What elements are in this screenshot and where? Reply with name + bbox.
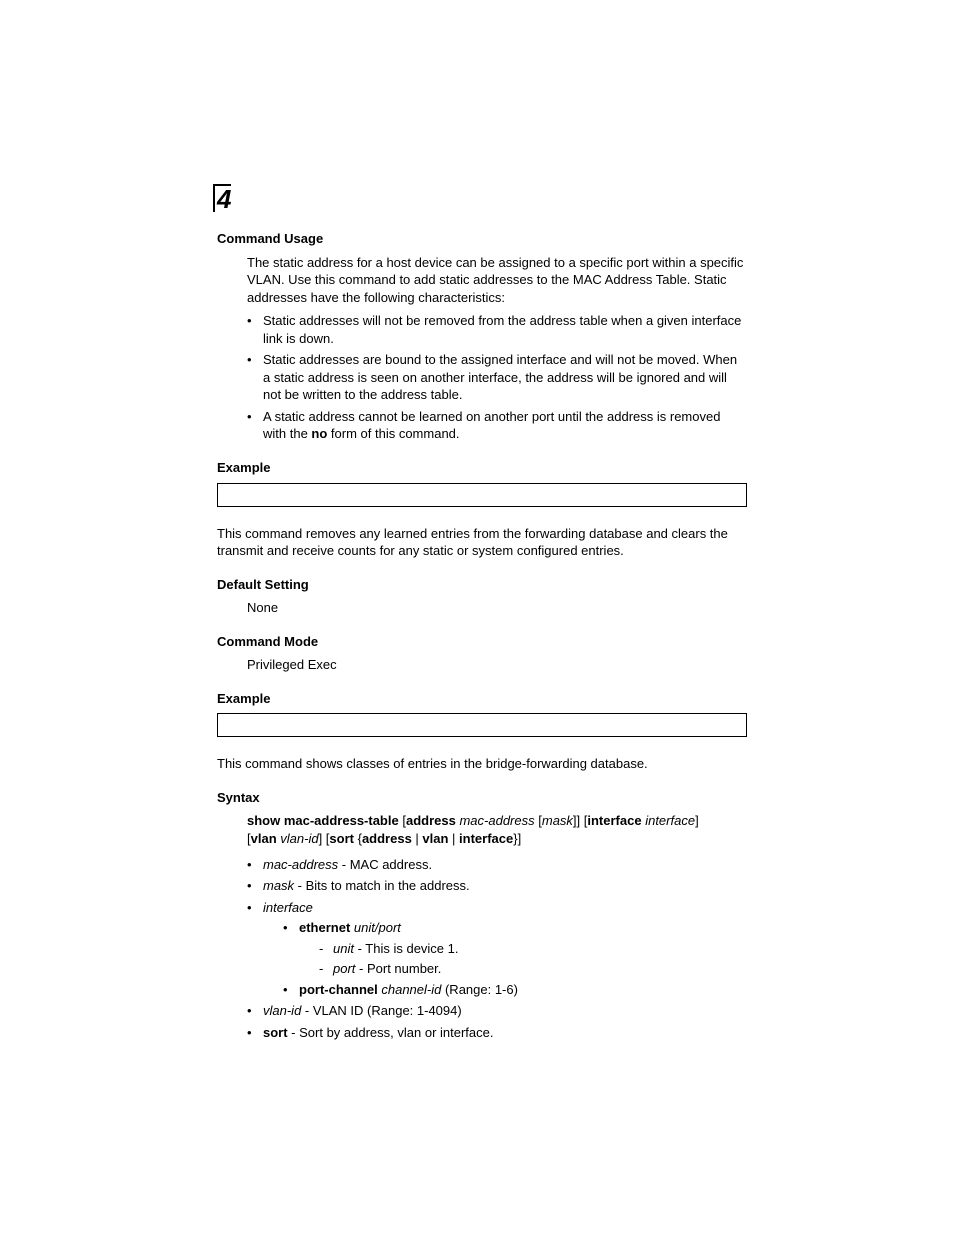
list-item: mask - Bits to match in the address. — [247, 877, 747, 895]
text: ]] [ — [573, 813, 587, 828]
syntax-arg: vlan-id — [280, 831, 318, 846]
param-name: unit — [333, 941, 354, 956]
param-name: port — [333, 961, 355, 976]
syntax-keyword: sort — [329, 831, 354, 846]
show-description: This command shows classes of entries in… — [217, 755, 747, 773]
list-item: Static addresses will not be removed fro… — [247, 312, 747, 347]
param-name: port-channel — [299, 982, 378, 997]
param-desc: - Port number. — [355, 961, 441, 976]
syntax-params-list: mac-address - MAC address. mask - Bits t… — [247, 856, 747, 1042]
param-desc: - VLAN ID (Range: 1-4094) — [301, 1003, 461, 1018]
param-name: sort — [263, 1025, 288, 1040]
chapter-number-icon: 4 — [213, 184, 231, 212]
param-desc: - Sort by address, vlan or interface. — [288, 1025, 494, 1040]
text: }] — [513, 831, 521, 846]
code-box — [217, 713, 747, 737]
syntax-arg: interface — [645, 813, 695, 828]
command-mode-value: Privileged Exec — [247, 656, 747, 674]
param-name: interface — [263, 900, 313, 915]
param-desc: - This is device 1. — [354, 941, 459, 956]
list-item: A static address cannot be learned on an… — [247, 408, 747, 443]
syntax-heading: Syntax — [217, 789, 747, 807]
dash-list: unit - This is device 1. port - Port num… — [319, 940, 747, 978]
syntax-keyword: vlan — [422, 831, 448, 846]
command-mode-heading: Command Mode — [217, 633, 747, 651]
syntax-cmd: show mac-address-table — [247, 813, 399, 828]
list-item: interface ethernet unit/port unit - This… — [247, 899, 747, 999]
param-name: vlan-id — [263, 1003, 301, 1018]
text: | — [448, 831, 459, 846]
syntax-keyword: vlan — [251, 831, 277, 846]
param-desc: - MAC address. — [338, 857, 432, 872]
param-arg: port — [379, 920, 401, 935]
example-heading: Example — [217, 459, 747, 477]
list-item: vlan-id - VLAN ID (Range: 1-4094) — [247, 1002, 747, 1020]
default-setting-value: None — [247, 599, 747, 617]
text: ] — [695, 813, 699, 828]
syntax-command-line: show mac-address-table [address mac-addr… — [247, 812, 747, 847]
param-desc: (Range: 1-6) — [441, 982, 518, 997]
command-usage-heading: Command Usage — [217, 230, 747, 248]
list-item: port - Port number. — [319, 960, 747, 978]
text: ] [ — [319, 831, 330, 846]
nested-list: ethernet unit/port unit - This is device… — [283, 919, 747, 998]
syntax-keyword: interface — [587, 813, 641, 828]
syntax-keyword: interface — [459, 831, 513, 846]
param-name: mask — [263, 878, 294, 893]
code-box — [217, 483, 747, 507]
list-item: port-channel channel-id (Range: 1-6) — [283, 981, 747, 999]
list-item: sort - Sort by address, vlan or interfac… — [247, 1024, 747, 1042]
list-item: ethernet unit/port unit - This is device… — [283, 919, 747, 978]
default-setting-heading: Default Setting — [217, 576, 747, 594]
content-body: Command Usage The static address for a h… — [217, 230, 747, 1042]
param-name: mac-address — [263, 857, 338, 872]
list-item: unit - This is device 1. — [319, 940, 747, 958]
example-heading: Example — [217, 690, 747, 708]
command-usage-list: Static addresses will not be removed fro… — [247, 312, 747, 443]
param-name: ethernet — [299, 920, 350, 935]
syntax-keyword: address — [362, 831, 412, 846]
list-item: mac-address - MAC address. — [247, 856, 747, 874]
param-arg: channel-id — [381, 982, 441, 997]
syntax-keyword: address — [406, 813, 456, 828]
syntax-arg: mask — [542, 813, 573, 828]
command-usage-intro: The static address for a host device can… — [247, 254, 747, 307]
param-arg: unit — [354, 920, 375, 935]
page: 4 Command Usage The static address for a… — [0, 0, 954, 1235]
text: form of this command. — [327, 426, 459, 441]
syntax-arg: mac-address — [459, 813, 534, 828]
param-desc: - Bits to match in the address. — [294, 878, 470, 893]
text: | — [412, 831, 423, 846]
list-item: Static addresses are bound to the assign… — [247, 351, 747, 404]
clear-description: This command removes any learned entries… — [217, 525, 747, 560]
text-bold: no — [311, 426, 327, 441]
